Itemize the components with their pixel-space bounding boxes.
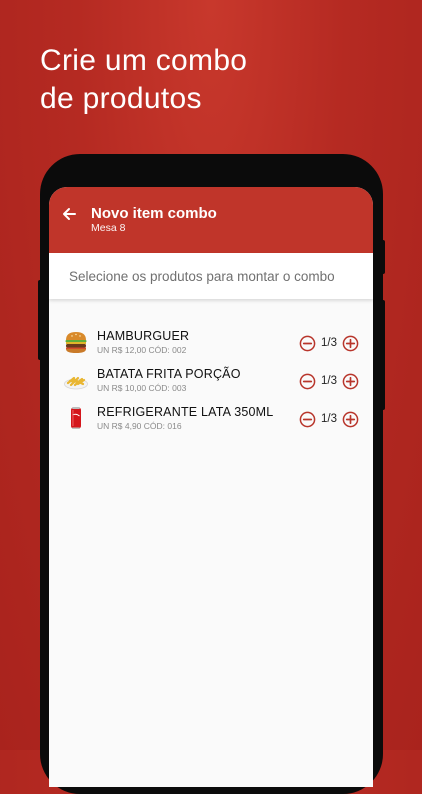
product-details: UN R$ 4,90 CÓD: 016	[97, 421, 182, 431]
phone-side-button	[38, 280, 42, 360]
quantity-value: 1/3	[321, 413, 337, 425]
quantity-value: 1/3	[321, 337, 337, 349]
minus-circle-icon[interactable]	[299, 411, 316, 428]
product-details: UN R$ 12,00 CÓD: 002	[97, 345, 187, 355]
plus-circle-icon[interactable]	[342, 411, 359, 428]
page-subtitle: Mesa 8	[91, 222, 126, 234]
product-details: UN R$ 10,00 CÓD: 003	[97, 383, 187, 393]
list-item: BATATA FRITA PORÇÃO UN R$ 10,00 CÓD: 003…	[49, 365, 373, 403]
product-name: BATATA FRITA PORÇÃO	[97, 367, 241, 381]
burger-icon	[65, 332, 87, 353]
page-title: Novo item combo	[91, 205, 217, 222]
app-screen: Novo item combo Mesa 8 Selecione os prod…	[49, 187, 373, 787]
soda-can-icon	[71, 407, 81, 429]
minus-circle-icon[interactable]	[299, 335, 316, 352]
promo-line-1: Crie um combo	[40, 44, 248, 77]
promo-line-2: de produtos	[40, 82, 202, 115]
product-name: REFRIGERANTE LATA 350ML	[97, 405, 274, 419]
minus-circle-icon[interactable]	[299, 373, 316, 390]
quantity-value: 1/3	[321, 375, 337, 387]
quantity-stepper: 1/3	[299, 372, 359, 390]
plus-circle-icon[interactable]	[342, 335, 359, 352]
phone-side-button	[381, 240, 385, 274]
promo-headline: Crie um combo de produtos	[40, 42, 247, 118]
quantity-stepper: 1/3	[299, 410, 359, 428]
plus-circle-icon[interactable]	[342, 373, 359, 390]
quantity-stepper: 1/3	[299, 334, 359, 352]
instruction-card: Selecione os produtos para montar o comb…	[49, 253, 373, 299]
list-item: HAMBURGUER UN R$ 12,00 CÓD: 002 1/3	[49, 327, 373, 365]
list-item: REFRIGERANTE LATA 350ML UN R$ 4,90 CÓD: …	[49, 403, 373, 441]
app-bar: Novo item combo Mesa 8	[49, 187, 373, 253]
phone-side-button	[381, 300, 385, 410]
fries-icon	[64, 376, 88, 390]
instruction-text: Selecione os produtos para montar o comb…	[69, 269, 335, 284]
arrow-left-icon[interactable]	[61, 206, 77, 222]
product-name: HAMBURGUER	[97, 329, 190, 343]
